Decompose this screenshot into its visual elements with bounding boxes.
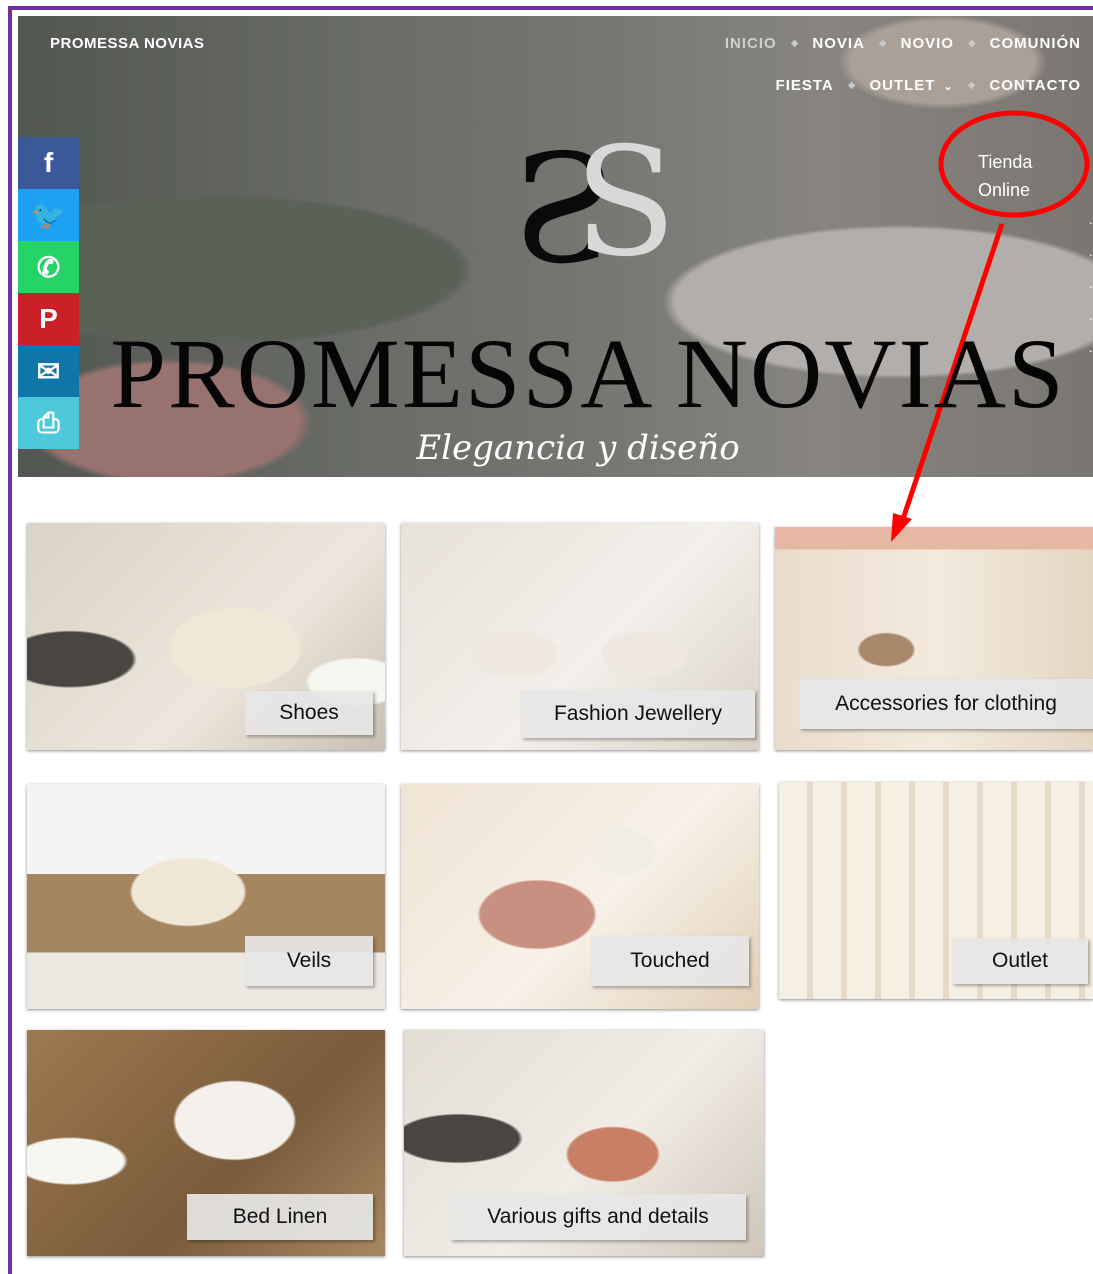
slider-dots[interactable]: · · · · ·	[1088, 206, 1093, 366]
arrow-head-icon	[891, 513, 912, 542]
nav-item-novia[interactable]: NOVIA	[812, 35, 865, 52]
nav-separator: ◆	[967, 37, 976, 49]
logo-monogram-icon: SS	[512, 116, 677, 290]
nav-separator: ◆	[790, 37, 799, 49]
nav-item-novio[interactable]: NOVIO	[901, 35, 954, 52]
annotation-line: Online	[978, 180, 1031, 200]
main-nav: INICIO ◆ NOVIA ◆ NOVIO ◆ COMUNIÓN FIESTA…	[521, 28, 1081, 112]
chevron-down-icon: ⌄	[943, 80, 954, 93]
nav-item-comunion[interactable]: COMUNIÓN	[990, 35, 1081, 52]
nav-item-fiesta[interactable]: FIESTA	[776, 77, 834, 94]
logo-title: PROMESSA NOVIAS	[110, 318, 1066, 429]
nav-separator: ◆	[847, 79, 856, 91]
nav-item-inicio[interactable]: INICIO	[725, 35, 777, 52]
nav-item-contacto[interactable]: CONTACTO	[989, 77, 1081, 94]
annotation-line: Tienda	[978, 152, 1033, 172]
nav-separator: ◆	[967, 79, 976, 91]
tienda-online-annotation: Tienda Online	[978, 148, 1032, 204]
nav-item-outlet[interactable]: OUTLET ⌄	[869, 77, 953, 94]
nav-separator: ◆	[878, 37, 887, 49]
nav-item-outlet-label: OUTLET	[869, 76, 936, 94]
site-brand[interactable]: PROMESSA NOVIAS	[50, 35, 204, 52]
hero-tagline: Elegancia y diseño	[416, 428, 740, 468]
